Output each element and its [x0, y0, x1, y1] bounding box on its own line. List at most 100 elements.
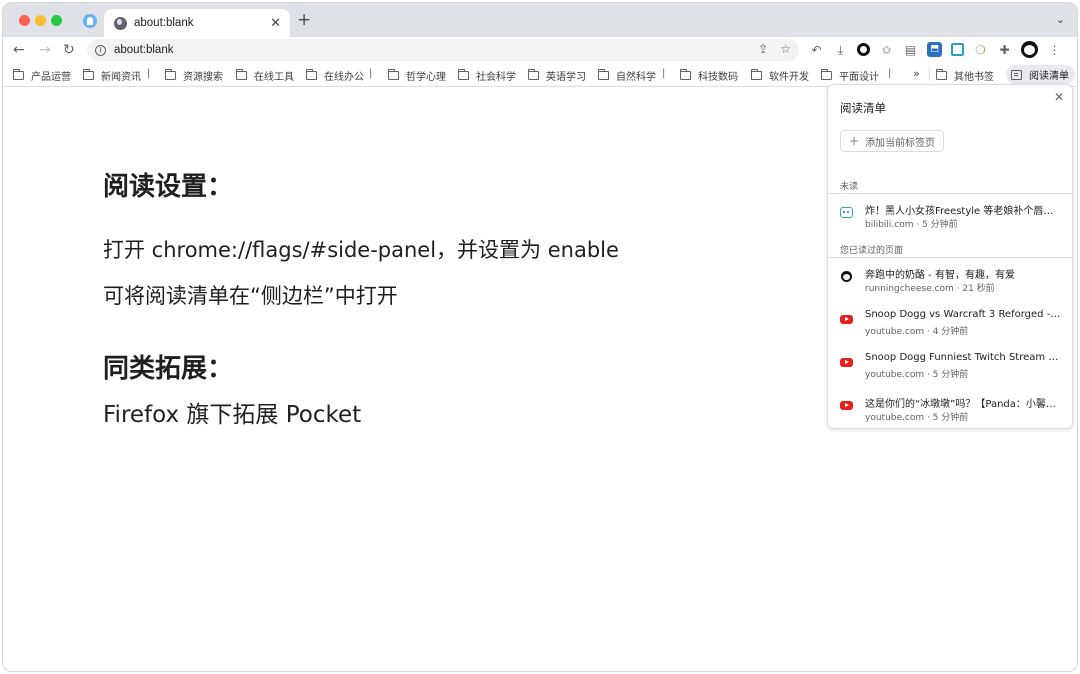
folder-icon	[528, 69, 539, 80]
bookmark-separator: |	[662, 68, 666, 79]
folder-icon	[236, 69, 247, 80]
reading-list-icon	[1011, 69, 1022, 80]
minimize-window-button[interactable]	[35, 15, 46, 26]
similar-extension-line: Firefox 旗下拓展 Pocket	[103, 402, 362, 428]
settings-heading: 阅读设置：	[103, 172, 234, 202]
panda-icon	[840, 271, 853, 282]
reading-list-button-label: 阅读清单	[1029, 71, 1069, 82]
reading-list-button[interactable]: 阅读清单	[1006, 65, 1075, 84]
folder-icon	[83, 69, 94, 80]
list-item[interactable]: Snoop Dogg Funniest Twitch Stream Mo… yo…	[828, 345, 1072, 383]
section-divider	[828, 257, 1072, 258]
folder-icon	[821, 69, 832, 80]
item-title: 炸！黑人小女孩Freestyle 等老娘补个唇蜜…	[865, 206, 1061, 217]
more-bookmarks-chevron-icon[interactable]: »	[913, 67, 920, 80]
close-window-button[interactable]	[19, 15, 30, 26]
toolbar: ← → ↻ i about:blank ⇪ ☆ ↶ ⤓ ✩ ▤ ⬒ ❍ ✚ ⋮	[3, 37, 1077, 63]
bookmark-folder[interactable]: 资源搜索	[165, 68, 223, 83]
instruction-line: 打开 chrome://flags/#side-panel，并设置为 enabl…	[103, 238, 619, 262]
add-current-tab-label: 添加当前标签页	[865, 137, 936, 149]
list-item[interactable]: 炸！黑人小女孩Freestyle 等老娘补个唇蜜… bilibili.com ·…	[828, 195, 1072, 233]
pinned-tab-icon[interactable]	[83, 14, 97, 28]
bookmark-label: 社会科学	[476, 72, 516, 83]
panda-avatar[interactable]	[1021, 41, 1038, 58]
star-plus-icon[interactable]: ✩	[879, 42, 894, 57]
add-current-tab-button[interactable]: + 添加当前标签页	[840, 130, 945, 152]
ring-icon[interactable]	[857, 43, 870, 56]
folder-icon	[458, 69, 469, 80]
folder-icon	[936, 69, 947, 80]
item-meta: bilibili.com · 5 分钟前	[865, 220, 958, 230]
url-text[interactable]: about:blank	[114, 44, 173, 56]
forward-button[interactable]: →	[39, 41, 51, 59]
item-meta: youtube.com · 5 分钟前	[865, 413, 969, 423]
reload-button[interactable]: ↻	[63, 41, 75, 59]
list-item[interactable]: 这是你们的“冰墩墩”吗？【Panda：小馨X… youtube.com · 5 …	[828, 388, 1072, 426]
youtube-icon	[840, 358, 853, 367]
list-item[interactable]: Snoop Dogg vs Warcraft 3 Reforged - You……	[828, 302, 1072, 340]
leaf-icon[interactable]: ❍	[973, 42, 988, 57]
bookmark-label: 哲学心理	[406, 72, 446, 83]
item-title: Snoop Dogg Funniest Twitch Stream Mo…	[865, 352, 1061, 363]
close-icon[interactable]: ✕	[1054, 91, 1064, 103]
bookmark-folder[interactable]: 科技数码	[680, 68, 738, 83]
globe-icon	[114, 16, 127, 30]
tab-active[interactable]: about:blank ✕	[104, 9, 290, 37]
tab-title: about:blank	[134, 17, 194, 29]
folder-icon	[388, 69, 399, 80]
share-icon[interactable]: ⇪	[758, 42, 768, 56]
more-icon[interactable]: ⋮	[1047, 42, 1062, 57]
item-title: Snoop Dogg vs Warcraft 3 Reforged - You…	[865, 309, 1061, 320]
card-icon[interactable]: ▤	[903, 42, 918, 57]
tab-close-icon[interactable]: ✕	[270, 17, 281, 30]
item-title: 这是你们的“冰墩墩”吗？【Panda：小馨X…	[865, 399, 1061, 410]
reading-list-panel: 阅读清单 ✕ + 添加当前标签页 未读 炸！黑人小女孩Freestyle 等老娘…	[827, 84, 1073, 429]
bookmark-label: 自然科学	[616, 72, 656, 83]
info-icon[interactable]: i	[95, 44, 106, 56]
bookmark-folder[interactable]: 英语学习	[528, 68, 586, 83]
save-icon[interactable]	[951, 43, 964, 56]
address-bar[interactable]: i about:blank ⇪ ☆	[87, 39, 799, 61]
bookmark-folder[interactable]: 新闻资讯	[83, 68, 141, 83]
bookmark-folder[interactable]: 社会科学	[458, 68, 516, 83]
bookmark-folder[interactable]: 自然科学	[598, 68, 656, 83]
download-icon[interactable]: ⤓	[833, 42, 848, 57]
bookmark-label: 英语学习	[546, 72, 586, 83]
maximize-window-button[interactable]	[51, 15, 62, 26]
bookmark-folder[interactable]: 哲学心理	[388, 68, 446, 83]
bookmarks-divider	[929, 69, 930, 81]
browser-window: about:blank ✕ + ⌄ ← → ↻ i about:blank ⇪ …	[2, 2, 1078, 672]
similar-extensions-heading: 同类拓展：	[103, 354, 234, 384]
blue-extension-icon[interactable]: ⬒	[927, 42, 942, 57]
bookmark-folder[interactable]: 在线工具	[236, 68, 294, 83]
folder-icon	[751, 69, 762, 80]
bookmark-folder[interactable]: 软件开发	[751, 68, 809, 83]
folder-icon	[598, 69, 609, 80]
folder-icon	[680, 69, 691, 80]
tab-search-icon[interactable]: ⌄	[1056, 13, 1065, 26]
item-meta: runningcheese.com · 21 秒前	[865, 284, 995, 294]
list-item[interactable]: 奔跑中的奶酪 - 有智，有趣，有爱 runningcheese.com · 21…	[828, 259, 1072, 297]
panel-title: 阅读清单	[840, 101, 886, 115]
bookmark-folder[interactable]: 产品运营	[13, 68, 71, 83]
youtube-icon	[840, 315, 853, 324]
bookmark-folder[interactable]: 平面设计	[821, 68, 879, 83]
unread-section-label: 未读	[840, 182, 859, 192]
item-meta: youtube.com · 5 分钟前	[865, 370, 969, 380]
bookmark-label: 在线工具	[254, 72, 294, 83]
puzzle-icon[interactable]: ✚	[997, 42, 1012, 57]
back-button[interactable]: ←	[13, 41, 25, 59]
other-bookmarks[interactable]: 其他书签	[936, 68, 994, 83]
bookmark-label: 软件开发	[769, 72, 809, 83]
bookmark-label: 新闻资讯	[101, 72, 141, 83]
folder-icon	[306, 69, 317, 80]
bookmark-folder[interactable]: 在线办公	[306, 68, 364, 83]
new-tab-button[interactable]: +	[297, 12, 311, 29]
item-meta: youtube.com · 4 分钟前	[865, 327, 969, 337]
tab-strip: about:blank ✕ + ⌄	[3, 3, 1077, 37]
swirl-icon[interactable]: ↶	[809, 42, 824, 57]
bookmark-separator: |	[888, 68, 892, 79]
bookmark-star-icon[interactable]: ☆	[780, 42, 791, 56]
other-bookmarks-label: 其他书签	[954, 72, 994, 83]
section-divider	[828, 193, 1072, 194]
